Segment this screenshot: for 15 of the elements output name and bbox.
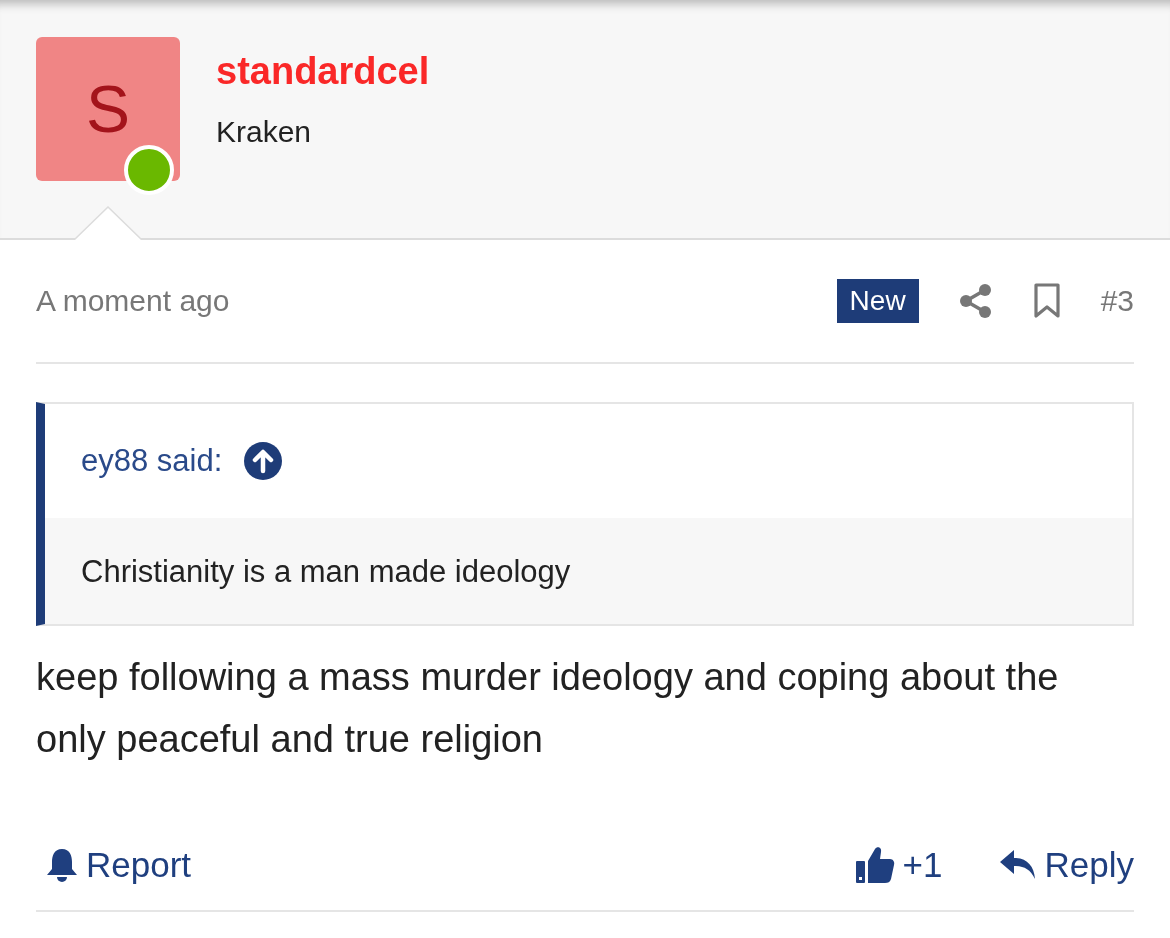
new-label: New bbox=[836, 279, 919, 323]
bell-icon bbox=[46, 847, 78, 883]
bookmark-icon[interactable] bbox=[1032, 283, 1061, 319]
post-number-link[interactable]: #3 bbox=[1100, 284, 1134, 318]
quote-author-link[interactable]: ey88 said: bbox=[81, 443, 223, 479]
share-icon[interactable] bbox=[958, 283, 993, 319]
quote-text: Christianity is a man made ideology bbox=[45, 518, 1132, 624]
thumbs-up-icon bbox=[854, 845, 895, 885]
username-link[interactable]: standardcel bbox=[216, 49, 430, 93]
like-link[interactable]: +1 bbox=[854, 845, 943, 885]
user-title: Kraken bbox=[216, 115, 313, 149]
post-time[interactable]: A moment ago bbox=[36, 284, 230, 318]
reply-link[interactable]: Reply bbox=[998, 845, 1134, 885]
report-link[interactable]: Report bbox=[46, 845, 192, 885]
post-body: keep following a mass murder ideology and coping about the only peaceful and true religion bbox=[36, 655, 1060, 762]
